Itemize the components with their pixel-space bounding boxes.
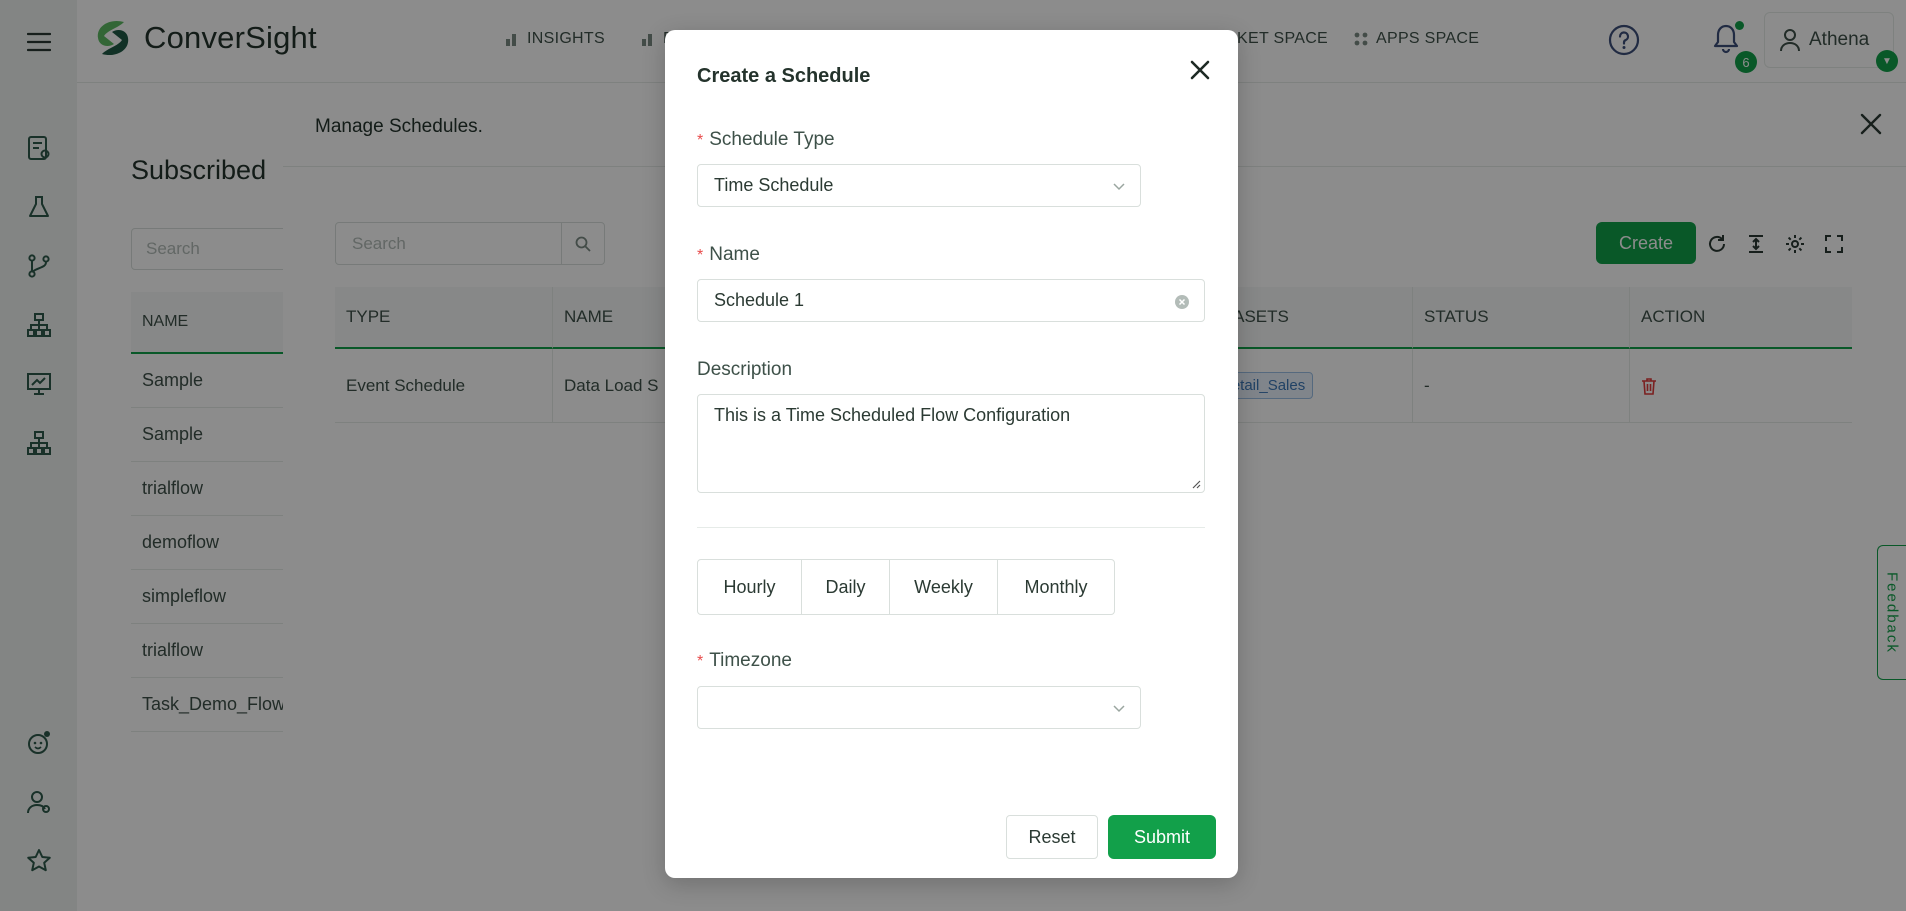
clear-icon[interactable] (1174, 294, 1190, 310)
required-asterisk: * (697, 653, 704, 670)
name-field[interactable]: Schedule 1 (697, 279, 1205, 322)
required-asterisk: * (697, 132, 704, 149)
required-asterisk: * (697, 247, 704, 264)
schedule-type-label-text: Schedule Type (709, 129, 835, 150)
timezone-select[interactable] (697, 686, 1141, 729)
timezone-label: * Timezone (697, 650, 792, 672)
timezone-label-text: Timezone (709, 650, 792, 671)
frequency-selector: Hourly Daily Weekly Monthly (697, 559, 1115, 615)
submit-button[interactable]: Submit (1108, 815, 1216, 859)
frequency-hourly[interactable]: Hourly (698, 560, 801, 614)
close-icon[interactable] (1186, 56, 1214, 84)
schedule-type-value: Time Schedule (714, 175, 834, 195)
frequency-monthly[interactable]: Monthly (997, 560, 1114, 614)
divider (697, 527, 1205, 528)
frequency-daily[interactable]: Daily (801, 560, 889, 614)
name-label: * Name (697, 244, 760, 266)
description-value: This is a Time Scheduled Flow Configurat… (714, 405, 1071, 425)
chevron-down-icon (1113, 183, 1125, 191)
description-field[interactable]: This is a Time Scheduled Flow Configurat… (697, 394, 1205, 493)
schedule-type-select[interactable]: Time Schedule (697, 164, 1141, 207)
reset-button[interactable]: Reset (1006, 815, 1098, 859)
frequency-weekly[interactable]: Weekly (889, 560, 997, 614)
description-label: Description (697, 359, 793, 380)
resize-handle-icon[interactable] (1191, 479, 1201, 489)
name-value: Schedule 1 (714, 290, 805, 310)
name-label-text: Name (709, 244, 760, 265)
schedule-type-label: * Schedule Type (697, 129, 835, 151)
chevron-down-icon (1113, 705, 1125, 713)
dialog-title: Create a Schedule (697, 65, 871, 87)
create-schedule-dialog: Create a Schedule * Schedule Type Time Sc… (665, 30, 1238, 878)
